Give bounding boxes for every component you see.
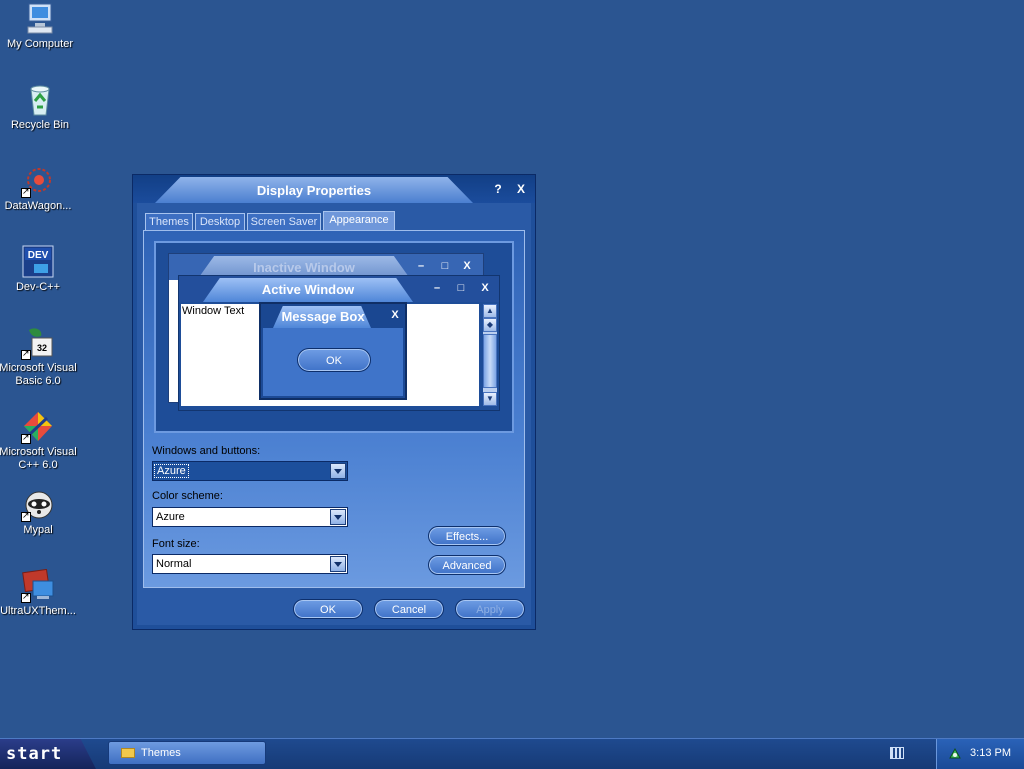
clock[interactable]: 3:13 PM [970, 747, 1011, 759]
mypal-icon [21, 488, 55, 522]
ok-button[interactable]: OK [293, 599, 363, 619]
minimize-icon: – [433, 282, 441, 294]
start-button[interactable]: start [0, 739, 96, 769]
icon-label: Microsoft Visual Basic 6.0 [0, 362, 77, 387]
taskbar: start Themes 3:13 PM [0, 738, 1024, 769]
windows-buttons-label: Windows and buttons: [152, 445, 261, 457]
font-size-value: Normal [156, 558, 192, 570]
cancel-button[interactable]: Cancel [374, 599, 444, 619]
minimize-icon: – [417, 260, 425, 272]
font-size-select[interactable]: Normal [152, 554, 348, 574]
active-window-title: Active Window [261, 282, 355, 297]
tab-appearance[interactable]: Appearance [323, 211, 395, 231]
desktop-icon-my-computer[interactable]: My Computer [0, 2, 80, 51]
icon-label: My Computer [6, 38, 74, 50]
icon-label: Dev-C++ [15, 281, 61, 293]
message-box-body: OK [263, 328, 403, 396]
icon-label: Recycle Bin [10, 119, 70, 131]
font-size-label: Font size: [152, 538, 200, 550]
shortcut-arrow-icon [21, 186, 31, 198]
color-scheme-select[interactable]: Azure [152, 507, 348, 527]
scroll-thumb [483, 334, 497, 388]
taskbar-item-label: Themes [141, 747, 181, 759]
scroll-up-icon: ▲ [483, 304, 497, 318]
dialog-body: Themes Desktop Screen Saver Appearance I… [137, 203, 531, 625]
ultrauxtheme-icon [21, 568, 55, 603]
dialog-title: Display Properties [256, 183, 372, 198]
dev-cpp-icon: DEV [21, 245, 55, 279]
close-icon: X [391, 309, 399, 321]
message-box-title: Message Box [281, 309, 365, 324]
preview-ok-button: OK [297, 348, 371, 372]
folder-icon [121, 748, 135, 758]
shortcut-arrow-icon [21, 432, 31, 444]
computer-icon [23, 2, 57, 36]
icon-label: DataWagon... [4, 200, 72, 212]
message-box-title-bar: Message Box X [261, 304, 405, 328]
dev-badge-text: DEV [28, 250, 49, 261]
desktop-icon-recycle-bin[interactable]: Recycle Bin [0, 83, 80, 132]
display-properties-dialog: Display Properties ? X Themes Desktop Sc… [132, 174, 536, 630]
desktop-icon-mypal[interactable]: Mypal [0, 488, 78, 537]
active-title-bar: Active Window – □ X [179, 276, 499, 302]
windows-buttons-value: Azure [154, 464, 189, 478]
chevron-down-icon[interactable] [330, 556, 346, 572]
scroll-down-icon: ▼ [483, 392, 497, 406]
recycle-bin-icon [23, 83, 57, 117]
maximize-icon: □ [441, 260, 449, 272]
preview-scrollbar: ▲ ◆ ▼ [483, 304, 497, 406]
apply-button[interactable]: Apply [455, 599, 525, 619]
shortcut-arrow-icon [21, 510, 31, 522]
icon-label: UltraUXThem... [0, 605, 76, 617]
desktop-icon-dev-cpp[interactable]: DEV Dev-C++ [0, 245, 78, 294]
dialog-title-bar[interactable]: Display Properties ? X [133, 175, 535, 203]
datawagon-icon [21, 164, 55, 198]
icon-label: Microsoft Visual C++ 6.0 [0, 446, 77, 471]
shortcut-arrow-icon [21, 591, 31, 603]
chevron-down-icon[interactable] [330, 463, 346, 479]
icon-label: Mypal [23, 524, 53, 536]
tab-screen-saver[interactable]: Screen Saver [247, 213, 321, 230]
keyboard-icon[interactable] [890, 747, 904, 759]
shortcut-arrow-icon [21, 348, 31, 360]
tab-themes[interactable]: Themes [145, 213, 193, 230]
close-icon: X [481, 282, 489, 294]
scroll-stepper-icon: ◆ [483, 318, 497, 332]
color-scheme-value: Azure [156, 511, 185, 523]
maximize-icon: □ [457, 282, 465, 294]
desktop-icon-datawagon[interactable]: DataWagon... [0, 164, 78, 213]
inactive-window-title: Inactive Window [253, 260, 355, 275]
desktop-icon-visual-basic[interactable]: 32 Microsoft Visual Basic 6.0 [0, 326, 78, 388]
preview-message-box: Message Box X OK [259, 302, 407, 400]
advanced-button[interactable]: Advanced [428, 555, 506, 575]
desktop-icon-ultrauxtheme[interactable]: UltraUXThem... [0, 568, 78, 618]
close-icon: X [463, 260, 471, 272]
windows-buttons-select[interactable]: Azure [152, 461, 348, 481]
chevron-down-icon[interactable] [330, 509, 346, 525]
network-icon[interactable] [947, 746, 963, 762]
effects-button[interactable]: Effects... [428, 526, 506, 546]
color-scheme-label: Color scheme: [152, 490, 223, 502]
help-button[interactable]: ? [491, 182, 505, 196]
system-tray: 3:13 PM [936, 739, 1024, 769]
tab-desktop[interactable]: Desktop [195, 213, 245, 230]
visual-basic-icon: 32 [21, 326, 55, 360]
appearance-panel: Inactive Window – □ X Active Window – □ … [143, 230, 525, 588]
preview-active-window: Active Window – □ X Window Text ▲ ◆ ▼ Me… [178, 275, 500, 411]
desktop: { "desktop": { "icons": [ {"label": "My … [0, 0, 1024, 769]
close-button[interactable]: X [514, 182, 528, 196]
window-text: Window Text [182, 305, 245, 317]
desktop-icon-visual-cpp[interactable]: Microsoft Visual C++ 6.0 [0, 410, 78, 472]
appearance-preview: Inactive Window – □ X Active Window – □ … [154, 241, 514, 433]
vb-badge-text: 32 [37, 343, 47, 353]
visual-cpp-icon [21, 410, 55, 444]
taskbar-item-themes[interactable]: Themes [108, 741, 266, 765]
